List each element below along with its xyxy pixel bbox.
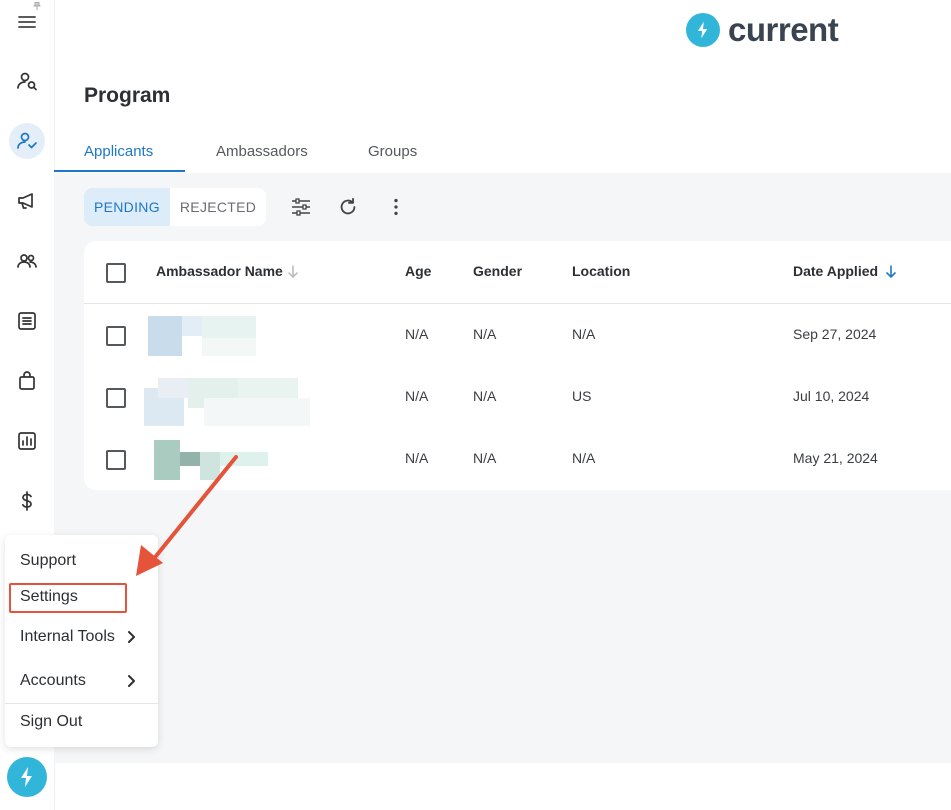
sidebar-item-content[interactable] <box>9 303 45 339</box>
filter-button[interactable] <box>287 193 315 221</box>
brand-name: current <box>728 11 839 48</box>
account-menu: Support Settings Internal Tools Accounts… <box>5 535 158 747</box>
column-header-date-applied[interactable]: Date Applied <box>793 263 878 279</box>
column-header-location[interactable]: Location <box>572 263 630 279</box>
tab-ambassadors[interactable]: Ambassadors <box>216 143 308 160</box>
rejected-filter-button[interactable]: REJECTED <box>170 188 266 226</box>
account-button[interactable] <box>7 757 47 797</box>
menu-item-accounts[interactable]: Accounts <box>20 672 86 690</box>
search-user-icon <box>17 72 37 91</box>
menu-icon <box>18 16 36 28</box>
sidebar-item-search-users[interactable] <box>9 63 45 99</box>
sidebar-item-campaigns[interactable] <box>9 183 45 219</box>
chevron-right-icon <box>128 631 135 643</box>
date-applied-cell: Jul 10, 2024 <box>793 388 870 404</box>
refresh-icon <box>340 197 356 215</box>
users-icon <box>17 254 37 268</box>
row-checkbox[interactable] <box>106 388 126 408</box>
status-filter: PENDING REJECTED <box>84 188 267 226</box>
gender-cell: N/A <box>473 326 497 342</box>
menu-button[interactable] <box>9 4 45 40</box>
shopping-bag-icon <box>19 371 35 390</box>
dollar-icon <box>21 491 32 511</box>
sidebar-item-payments[interactable] <box>9 483 45 519</box>
sidebar-item-analytics[interactable] <box>9 423 45 459</box>
sidebar-item-community[interactable] <box>9 243 45 279</box>
select-all-checkbox[interactable] <box>106 263 126 283</box>
pending-filter-button[interactable]: PENDING <box>84 188 170 226</box>
tab-applicants[interactable]: Applicants <box>84 143 153 160</box>
applicants-table: Ambassador Name Age Gender Location Date… <box>84 241 951 490</box>
lightning-logo-icon <box>21 767 32 787</box>
date-applied-cell: Sep 27, 2024 <box>793 326 877 342</box>
column-header-age[interactable]: Age <box>405 263 431 279</box>
location-cell: N/A <box>572 450 596 466</box>
settings-highlight <box>9 583 127 613</box>
date-applied-cell: May 21, 2024 <box>793 450 878 466</box>
sort-desc-arrow-icon[interactable] <box>885 265 897 279</box>
age-cell: N/A <box>405 450 429 466</box>
sort-arrow-icon[interactable] <box>287 265 299 279</box>
tab-bar: Applicants Ambassadors Groups <box>54 133 951 174</box>
brand-logo: current <box>686 10 839 50</box>
age-cell: N/A <box>405 326 429 342</box>
gender-cell: N/A <box>473 450 497 466</box>
refresh-button[interactable] <box>334 193 362 221</box>
age-cell: N/A <box>405 388 429 404</box>
menu-item-support[interactable]: Support <box>20 552 76 570</box>
menu-divider <box>5 703 158 704</box>
gender-cell: N/A <box>473 388 497 404</box>
lightning-logo-icon <box>686 13 720 47</box>
location-cell: N/A <box>572 326 596 342</box>
column-header-gender[interactable]: Gender <box>473 263 522 279</box>
content-list-icon <box>18 312 36 330</box>
location-cell: US <box>572 388 592 404</box>
menu-item-internal-tools[interactable]: Internal Tools <box>20 628 115 646</box>
row-checkbox[interactable] <box>106 450 126 470</box>
sidebar-item-applicants[interactable] <box>9 123 45 159</box>
user-check-icon <box>17 132 37 149</box>
chevron-right-icon <box>128 675 135 687</box>
tab-groups[interactable]: Groups <box>368 143 417 160</box>
active-tab-indicator <box>54 170 185 172</box>
more-vertical-icon <box>394 198 398 216</box>
column-header-name[interactable]: Ambassador Name <box>156 263 283 279</box>
sidebar-item-shop[interactable] <box>9 363 45 399</box>
more-options-button[interactable] <box>382 193 410 221</box>
row-checkbox[interactable] <box>106 326 126 346</box>
header-divider <box>84 303 951 304</box>
filter-sliders-icon <box>292 198 310 216</box>
page-title: Program <box>84 84 171 107</box>
analytics-icon <box>18 432 36 450</box>
menu-item-sign-out[interactable]: Sign Out <box>20 713 82 731</box>
megaphone-icon <box>18 193 33 209</box>
